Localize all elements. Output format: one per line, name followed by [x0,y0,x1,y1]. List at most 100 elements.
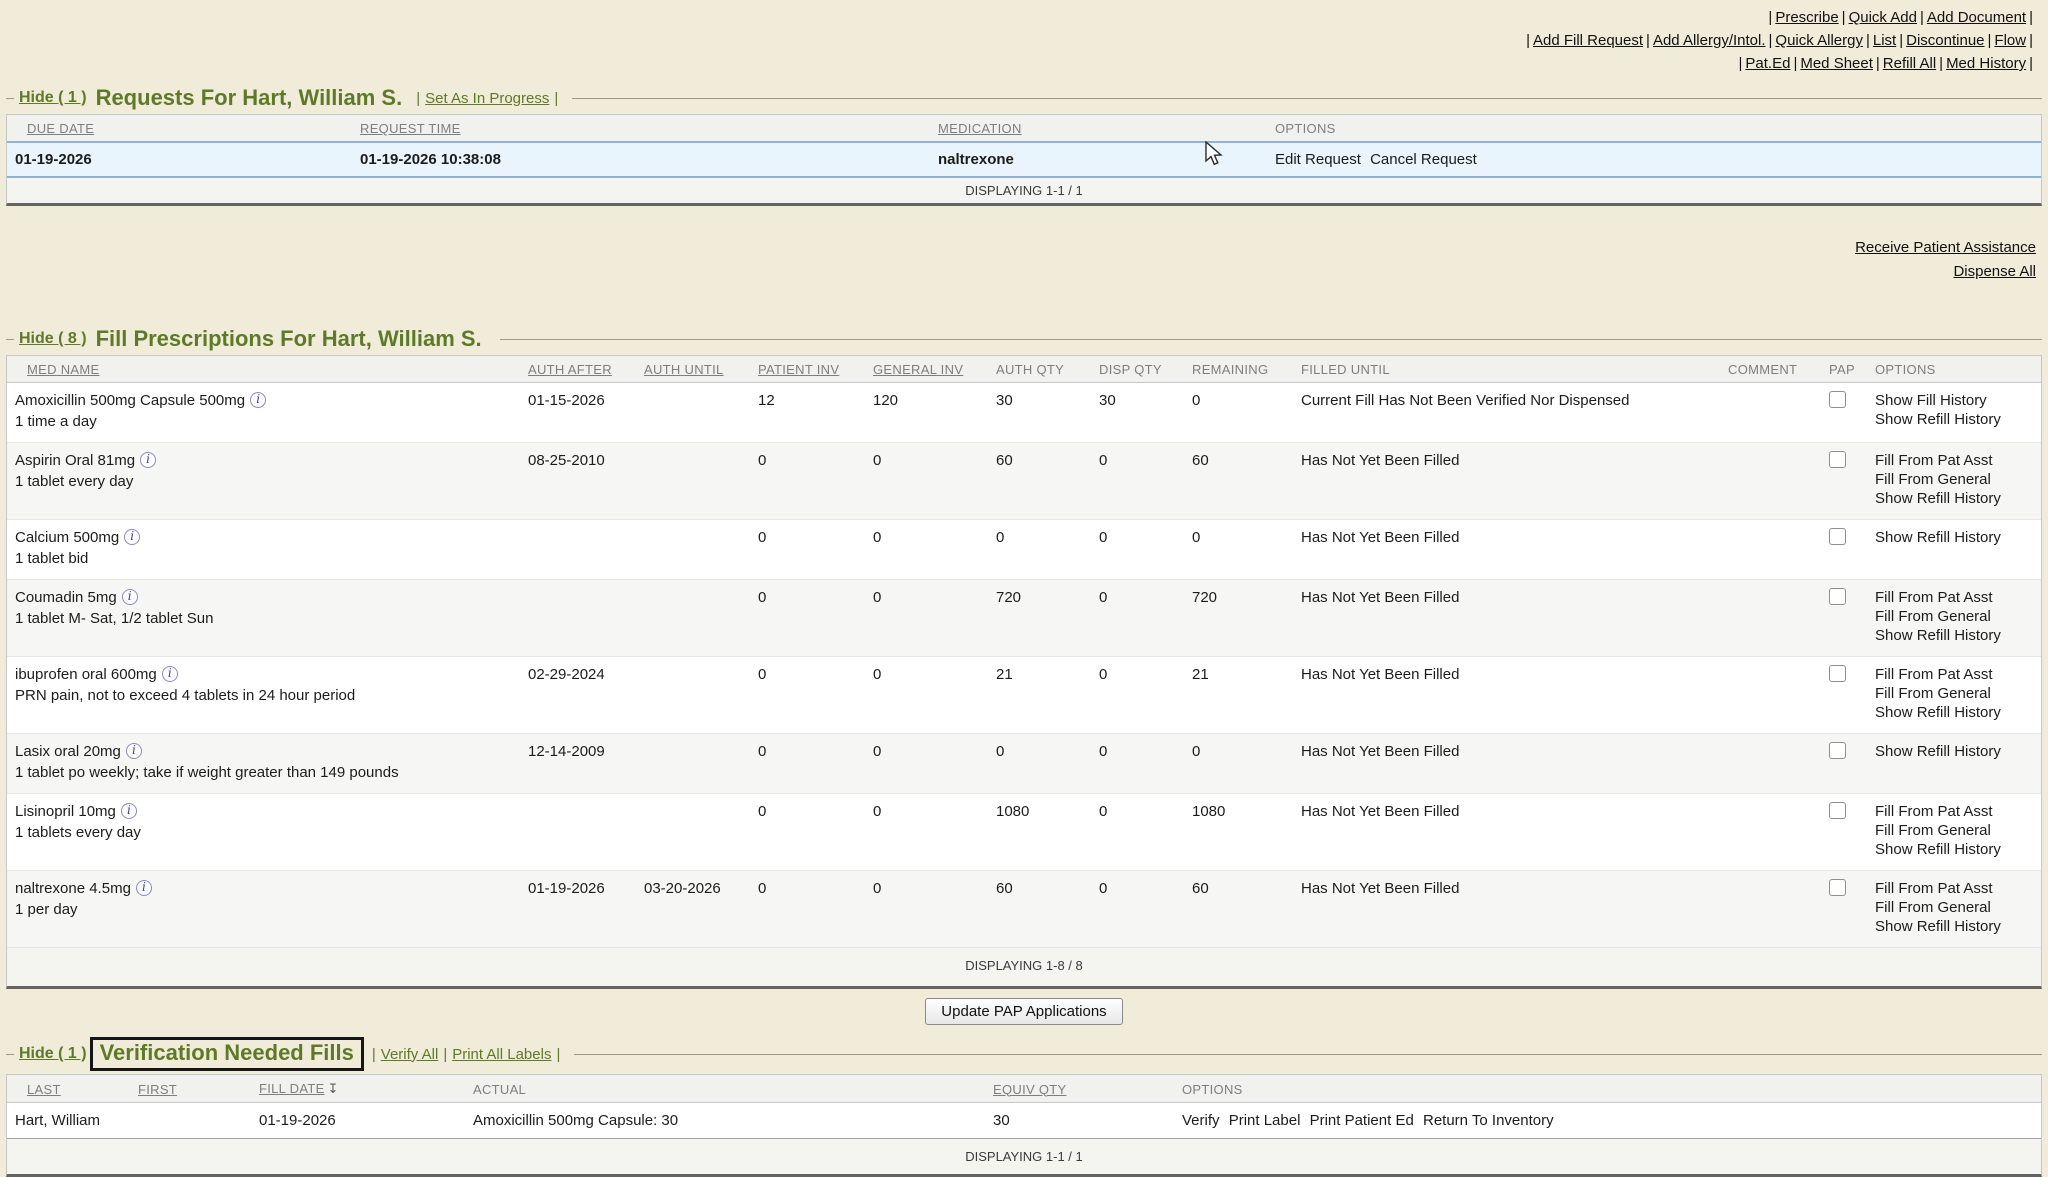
med-name[interactable]: ibuprofen oral 600mg [15,666,157,683]
patient-inv-value: 0 [750,734,865,794]
fill-option-link[interactable]: Show Refill History [1875,917,2033,936]
add-fill-request-link[interactable]: Add Fill Request [1533,32,1643,49]
quick-add-link[interactable]: Quick Add [1849,9,1917,26]
request-time-column-header[interactable]: REQUEST TIME [352,115,930,142]
med-sheet-link[interactable]: Med Sheet [1800,55,1873,72]
verification-section-header: Hide ( 1 ) Verification Needed Fills | V… [6,1037,2042,1071]
med-name[interactable]: Lisinopril 10mg [15,803,116,820]
requests-hide-link[interactable]: Hide ( 1 ) [19,89,87,107]
fill-option-link[interactable]: Fill From General [1875,898,2033,917]
info-icon[interactable]: i [136,880,152,896]
add-allergy-intol-link[interactable]: Add Allergy/Intol. [1653,32,1766,49]
fill-option-link[interactable]: Fill From General [1875,607,2033,626]
fill-option-link[interactable]: Show Refill History [1875,840,2033,859]
edit-request-link[interactable]: Edit Request [1275,151,1361,168]
med-history-link[interactable]: Med History [1946,55,2026,72]
refill-all-link[interactable]: Refill All [1883,55,1936,72]
fill-option-link[interactable]: Show Refill History [1875,489,2033,508]
prescribe-link[interactable]: Prescribe [1775,9,1838,26]
return-to-inventory-link[interactable]: Return To Inventory [1423,1112,1554,1129]
last-column-header[interactable]: LAST [7,1075,130,1103]
equiv-qty-column-header[interactable]: EQUIV QTY [985,1075,1174,1103]
general-inv-column-header[interactable]: GENERAL INV [865,356,988,383]
cancel-request-link[interactable]: Cancel Request [1370,151,1477,168]
med-name[interactable]: Amoxicillin 500mg Capsule 500mg [15,392,245,409]
fill-option-link[interactable]: Show Refill History [1875,410,2033,429]
medication-column-header[interactable]: MEDICATION [930,115,1267,142]
print-label-link[interactable]: Print Label [1229,1112,1301,1129]
verification-hide-link[interactable]: Hide ( 1 ) [19,1045,87,1063]
fill-date-column-header[interactable]: FILL DATE↧ [251,1075,465,1103]
fill-option-link[interactable]: Fill From Pat Asst [1875,879,2033,898]
pap-checkbox[interactable] [1829,528,1846,545]
section-rule [500,339,2042,340]
pat-ed-link[interactable]: Pat.Ed [1745,55,1790,72]
pap-checkbox[interactable] [1829,588,1846,605]
info-icon[interactable]: i [121,803,137,819]
disp-qty-value: 0 [1091,657,1184,734]
pap-checkbox[interactable] [1829,802,1846,819]
auth-after-column-header[interactable]: AUTH AFTER [520,356,636,383]
requests-section-title: Requests For Hart, William S. [96,85,403,111]
first-column-header[interactable]: FIRST [130,1075,251,1103]
verification-table: LAST FIRST FILL DATE↧ ACTUAL EQUIV QTY O… [6,1074,2042,1177]
remaining-value: 0 [1184,520,1293,580]
verify-link[interactable]: Verify [1182,1112,1220,1129]
pap-checkbox[interactable] [1829,391,1846,408]
request-row[interactable]: 01-19-2026 01-19-2026 10:38:08 naltrexon… [7,142,2041,177]
verify-all-link[interactable]: Verify All [381,1046,439,1063]
dispense-all-link[interactable]: Dispense All [1953,260,2036,284]
discontinue-link[interactable]: Discontinue [1906,32,1984,49]
med-name[interactable]: Coumadin 5mg [15,589,117,606]
filled-until-value: Current Fill Has Not Been Verified Nor D… [1293,383,1720,443]
med-sig: 1 tablets every day [15,823,512,842]
print-patient-ed-link[interactable]: Print Patient Ed [1310,1112,1414,1129]
comment-column-header: COMMENT [1720,356,1821,383]
fill-option-link[interactable]: Fill From Pat Asst [1875,451,2033,470]
info-icon[interactable]: i [124,529,140,545]
auth-until-value [636,443,750,520]
info-icon[interactable]: i [162,666,178,682]
pap-checkbox[interactable] [1829,665,1846,682]
med-name-column-header[interactable]: MED NAME [7,356,520,383]
general-inv-value: 0 [865,520,988,580]
info-icon[interactable]: i [140,452,156,468]
med-name[interactable]: naltrexone 4.5mg [15,880,131,897]
auth-until-column-header[interactable]: AUTH UNTIL [636,356,750,383]
fill-option-link[interactable]: Fill From Pat Asst [1875,588,2033,607]
add-document-link[interactable]: Add Document [1927,9,2026,26]
fill-option-link[interactable]: Fill From Pat Asst [1875,665,2033,684]
med-name[interactable]: Calcium 500mg [15,529,119,546]
verification-displaying-text: DISPLAYING 1-1 / 1 [7,1139,2041,1175]
info-icon[interactable]: i [122,589,138,605]
fill-option-link[interactable]: Fill From General [1875,470,2033,489]
med-name[interactable]: Aspirin Oral 81mg [15,452,135,469]
due-date-column-header[interactable]: DUE DATE [7,115,352,142]
fill-option-link[interactable]: Show Refill History [1875,626,2033,645]
set-as-in-progress-link[interactable]: Set As In Progress [425,90,549,107]
med-name[interactable]: Lasix oral 20mg [15,743,121,760]
quick-allergy-link[interactable]: Quick Allergy [1775,32,1863,49]
fills-hide-link[interactable]: Hide ( 8 ) [19,330,87,348]
fill-option-link[interactable]: Show Refill History [1875,703,2033,722]
info-icon[interactable]: i [250,392,266,408]
patient-inv-column-header[interactable]: PATIENT INV [750,356,865,383]
update-pap-applications-button[interactable]: Update PAP Applications [925,998,1122,1025]
pap-checkbox[interactable] [1829,451,1846,468]
list-link[interactable]: List [1873,32,1896,49]
comment-value [1720,520,1821,580]
fill-option-link[interactable]: Show Fill History [1875,391,2033,410]
pap-button-row: Update PAP Applications [6,998,2042,1025]
info-icon[interactable]: i [126,743,142,759]
auth-until-value [636,580,750,657]
pap-checkbox[interactable] [1829,742,1846,759]
fill-option-link[interactable]: Fill From Pat Asst [1875,802,2033,821]
print-all-labels-link[interactable]: Print All Labels [452,1046,551,1063]
flow-link[interactable]: Flow [1994,32,2026,49]
receive-patient-assistance-link[interactable]: Receive Patient Assistance [1855,236,2036,260]
pap-checkbox[interactable] [1829,879,1846,896]
fill-option-link[interactable]: Fill From General [1875,821,2033,840]
fill-option-link[interactable]: Fill From General [1875,684,2033,703]
fill-option-link[interactable]: Show Refill History [1875,742,2033,761]
fill-option-link[interactable]: Show Refill History [1875,528,2033,547]
